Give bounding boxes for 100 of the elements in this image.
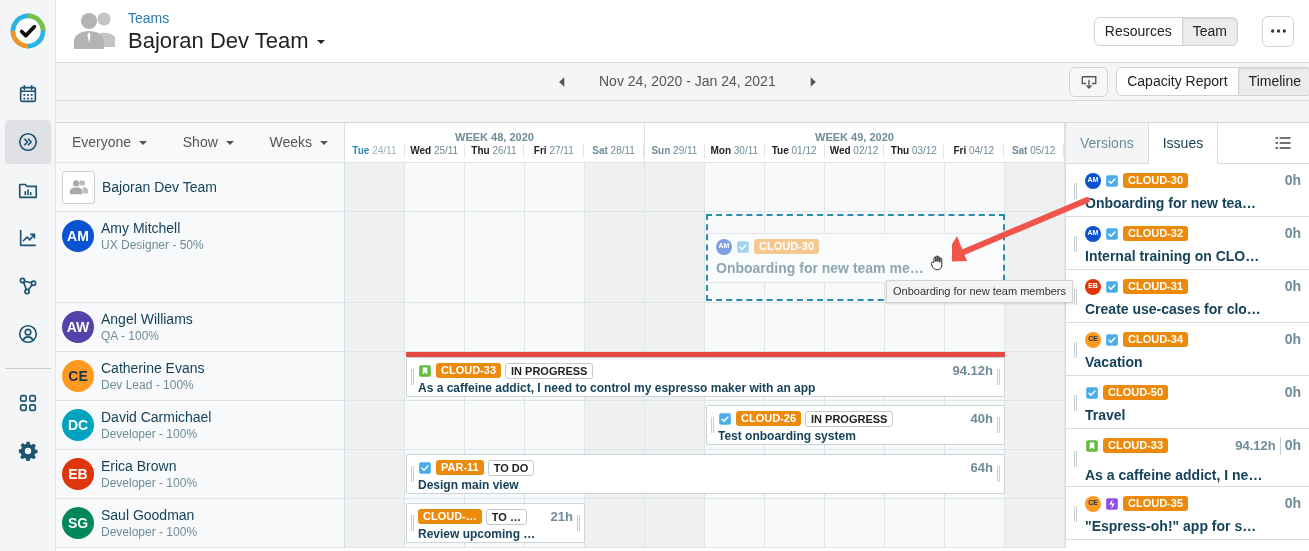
day-label: Thu 26/11: [464, 144, 525, 158]
drag-handle[interactable]: [1074, 450, 1077, 467]
download-button[interactable]: [1069, 66, 1109, 97]
issue-title: Travel: [1085, 406, 1127, 424]
checkbox-icon: [718, 411, 732, 426]
issue-title: Create use-cases for clo…: [1085, 300, 1262, 318]
issue-title: Vacation: [1085, 353, 1144, 371]
checkbox-icon: [736, 239, 750, 254]
issue-key: CLOUD-…: [418, 509, 482, 525]
drag-handle[interactable]: [997, 369, 1000, 385]
drag-handle[interactable]: [1074, 183, 1077, 199]
tooltip: Onboarding for new team members: [886, 280, 1074, 303]
checkbox-icon: [1085, 385, 1099, 400]
drag-handle[interactable]: [411, 466, 414, 482]
week-label: WEEK 48, 2020: [455, 131, 534, 143]
task-bar[interactable]: CLOUD-33 IN PROGRESS 94.12h As a caffeine addict, I need to control my espresso maker with an app: [406, 357, 1005, 397]
issue-key: CLOUD-34: [1123, 332, 1188, 347]
day-label: Wed 25/11: [404, 144, 465, 158]
double-chevron-icon: [16, 131, 39, 153]
issue-key: CLOUD-33: [436, 363, 501, 379]
person-role: Developer - 100%: [101, 426, 199, 443]
drag-handle[interactable]: [1074, 289, 1077, 305]
issue-title: As a caffeine addict, I ne…: [1085, 466, 1264, 484]
issue-key: CLOUD-26: [736, 411, 801, 427]
team-name: Bajoran Dev Team: [102, 178, 217, 196]
view-toggle-button[interactable]: Timeline: [1237, 67, 1309, 96]
day-label: Tue 01/12: [764, 144, 825, 158]
person-name: Saul Goodman: [101, 507, 196, 524]
avatar: DC: [62, 409, 94, 441]
person-name: Catherine Evans: [101, 360, 205, 377]
hours-label: 40h: [970, 410, 993, 428]
hours-label: 0h: [1284, 224, 1301, 243]
day-cell: [885, 499, 945, 548]
hours-label: 0h: [1284, 383, 1301, 402]
task-bar[interactable]: CLOUD-26 IN PROGRESS 40h Test onboarding system: [706, 405, 1005, 445]
lightning-icon: [1105, 496, 1119, 511]
filter-dropdown[interactable]: Weeks: [269, 132, 328, 153]
day-label: Sat 28/11: [584, 144, 644, 158]
drag-handle[interactable]: [1074, 236, 1077, 252]
checkbox-icon: [418, 460, 432, 475]
date-range: Nov 24, 2020 - Jan 24, 2021: [599, 72, 776, 91]
issue-key: CLOUD-35: [1123, 496, 1188, 511]
view-toggle-button[interactable]: Resources: [1093, 16, 1183, 46]
issue-list-item[interactable]: CLOUD-33 94.12h 0h As a caffeine addict, I ne…: [1066, 429, 1309, 487]
day-label: Thu 03/12: [884, 144, 945, 158]
hours-label: 0h: [1284, 277, 1301, 296]
issue-title: "Espress-oh!" app for s…: [1085, 517, 1258, 535]
drag-handle[interactable]: [577, 515, 580, 531]
view-toggle-button[interactable]: Capacity Report: [1116, 67, 1239, 96]
task-bar[interactable]: CLOUD-… TO … 21h Review upcoming …: [406, 503, 585, 543]
hours-label: 21h: [550, 508, 573, 526]
drag-handle[interactable]: [411, 369, 414, 385]
checkbox-icon: [1105, 226, 1119, 241]
person-role: UX Designer - 50%: [101, 237, 204, 254]
bookmark-icon: [1085, 438, 1099, 453]
filter-dropdown[interactable]: Show: [182, 132, 234, 153]
week-label: WEEK 49, 2020: [815, 131, 894, 143]
day-label: Fri 27/11: [524, 144, 585, 158]
status-badge: IN PROGRESS: [805, 410, 894, 427]
bookmark-icon: [418, 363, 432, 378]
task-title: Design main view: [418, 477, 520, 493]
drag-handle[interactable]: [1074, 342, 1077, 358]
day-cell: [705, 499, 765, 548]
issue-list-item[interactable]: CLOUD-50 0h Travel: [1066, 376, 1309, 429]
person-role: Developer - 100%: [101, 524, 198, 541]
person-role: Dev Lead - 100%: [101, 377, 195, 394]
checkbox-icon: [1105, 332, 1119, 347]
status-badge: TO DO: [487, 459, 535, 476]
sidebar-item[interactable]: [4, 120, 51, 164]
person-role: Developer - 100%: [101, 475, 198, 492]
person-name: Erica Brown: [101, 458, 178, 475]
day-label: Wed 02/12: [824, 144, 885, 158]
checkbox-icon: [1105, 173, 1119, 188]
task-title: Review upcoming …: [418, 526, 537, 542]
view-toggle-button[interactable]: Team: [1181, 16, 1238, 46]
team-title-dropdown[interactable]: Bajoran Dev Team: [128, 29, 325, 54]
task-title: As a caffeine addict, I need to control my espresso maker with an app: [418, 380, 817, 396]
drag-handle[interactable]: [1074, 506, 1077, 522]
task-title: Onboarding for new team me…: [716, 258, 924, 277]
drag-handle[interactable]: [1074, 395, 1077, 411]
more-button[interactable]: [1262, 15, 1294, 47]
avatar: EB: [62, 458, 94, 490]
settings-icon: [16, 440, 39, 462]
task-bar[interactable]: PAR-11 TO DO 64h Design main view: [406, 454, 1005, 494]
status-badge: TO …: [485, 508, 527, 525]
hours-label: 94.12h: [952, 362, 993, 380]
breadcrumb-link[interactable]: Teams: [128, 8, 170, 30]
issue-key: CLOUD-32: [1123, 226, 1188, 241]
day-cell: [765, 499, 825, 548]
drag-handle[interactable]: [411, 515, 414, 531]
issue-key: CLOUD-31: [1123, 279, 1188, 294]
issue-key: CLOUD-30: [754, 239, 819, 254]
checkbox-icon: [1105, 279, 1119, 294]
issue-title: Onboarding for new tea…: [1085, 194, 1258, 212]
drag-handle[interactable]: [711, 417, 714, 433]
avatar: AM: [62, 220, 94, 252]
drag-handle[interactable]: [997, 466, 1000, 482]
drag-handle[interactable]: [997, 417, 1000, 433]
person-role: QA - 100%: [101, 328, 161, 345]
filter-dropdown[interactable]: Everyone: [72, 132, 148, 153]
